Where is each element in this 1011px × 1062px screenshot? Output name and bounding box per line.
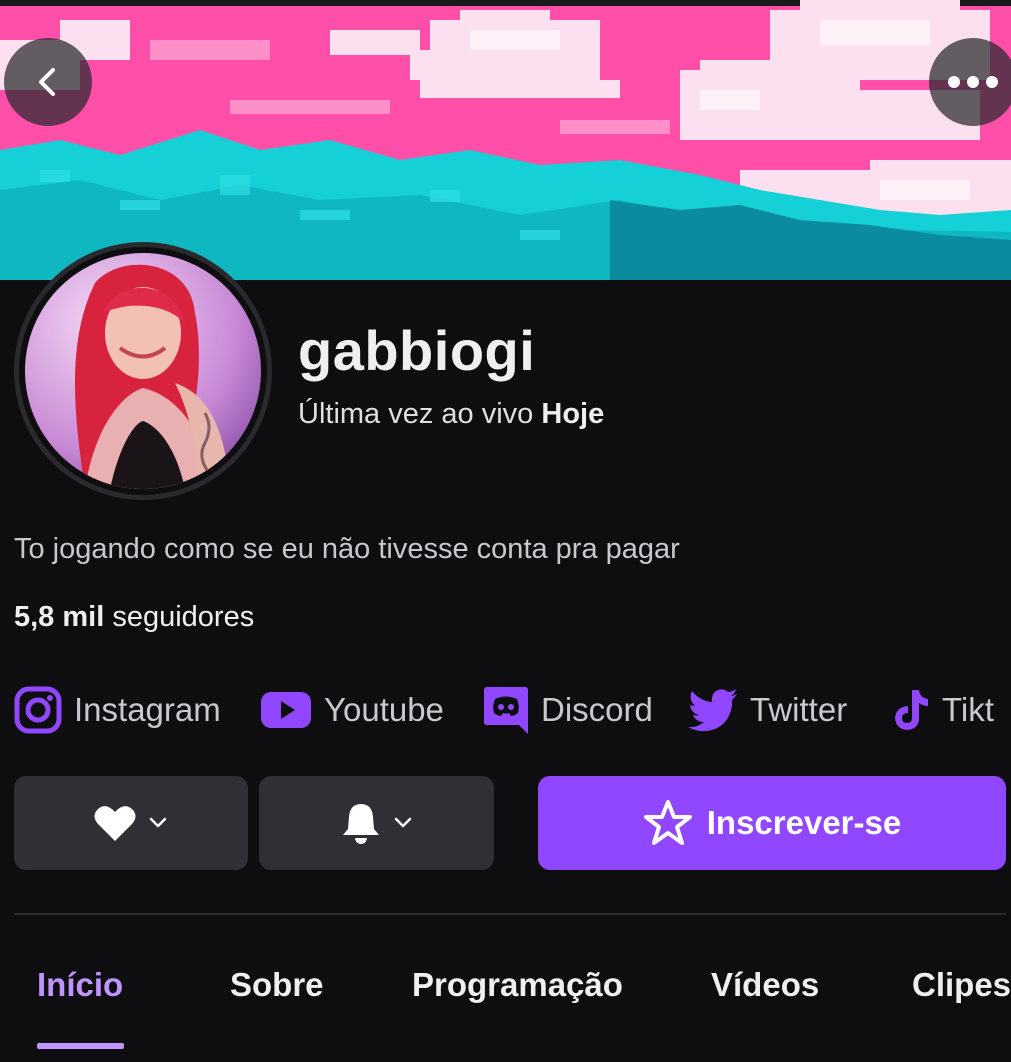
tab-programacao[interactable]: Programação (412, 966, 623, 1004)
social-link-discord[interactable]: Discord (483, 682, 653, 738)
followers-count: 5,8 mil seguidores (14, 601, 254, 634)
subscribe-label: Inscrever-se (706, 804, 902, 841)
last-live-value: Hoje (541, 398, 605, 430)
social-label: Instagram (74, 691, 221, 728)
subscribe-button[interactable]: Inscrever-se (538, 776, 1006, 870)
social-links: Instagram Youtube Discord Twitter Tikt (14, 682, 1011, 738)
channel-bio: To jogando como se eu não tivesse conta … (14, 533, 680, 565)
social-link-twitter[interactable]: Twitter (688, 682, 847, 738)
chevron-down-icon (149, 817, 167, 828)
more-options-button[interactable] (929, 38, 1011, 126)
youtube-icon (261, 692, 311, 728)
social-label: Tikt (942, 691, 994, 728)
tab-sobre[interactable]: Sobre (230, 966, 324, 1004)
tiktok-icon (895, 690, 928, 730)
banner-image (0, 0, 1011, 280)
chevron-down-icon (394, 817, 411, 828)
star-icon (643, 800, 692, 845)
back-button[interactable] (4, 38, 92, 126)
channel-username: gabbiogi (298, 319, 536, 382)
twitter-icon (688, 689, 737, 731)
chevron-left-icon (39, 68, 55, 96)
social-link-tiktok[interactable]: Tikt (890, 682, 994, 738)
channel-banner (0, 0, 1011, 280)
discord-icon (484, 687, 528, 734)
last-live-status: Última vez ao vivo Hoje (298, 398, 604, 431)
follow-button[interactable] (14, 776, 248, 870)
social-link-youtube[interactable]: Youtube (260, 682, 444, 738)
social-label: Discord (541, 691, 653, 728)
bell-icon (342, 804, 379, 844)
notifications-button[interactable] (259, 776, 494, 870)
active-tab-indicator (37, 1043, 124, 1049)
tab-clipes[interactable]: Clipes (912, 966, 1011, 1004)
channel-avatar[interactable] (14, 242, 272, 500)
avatar-photo (25, 253, 261, 489)
social-label: Twitter (750, 691, 848, 728)
last-live-prefix: Última vez ao vivo (298, 398, 534, 430)
instagram-icon (14, 686, 62, 734)
heart-icon (94, 806, 136, 841)
social-link-instagram[interactable]: Instagram (14, 682, 221, 738)
tab-videos[interactable]: Vídeos (711, 966, 819, 1004)
tab-inicio[interactable]: Início (37, 966, 123, 1004)
followers-number: 5,8 mil (14, 601, 105, 633)
more-dots-icon (948, 76, 998, 88)
section-divider (14, 913, 1006, 915)
social-label: Youtube (324, 691, 444, 728)
followers-label: seguidores (112, 601, 255, 633)
